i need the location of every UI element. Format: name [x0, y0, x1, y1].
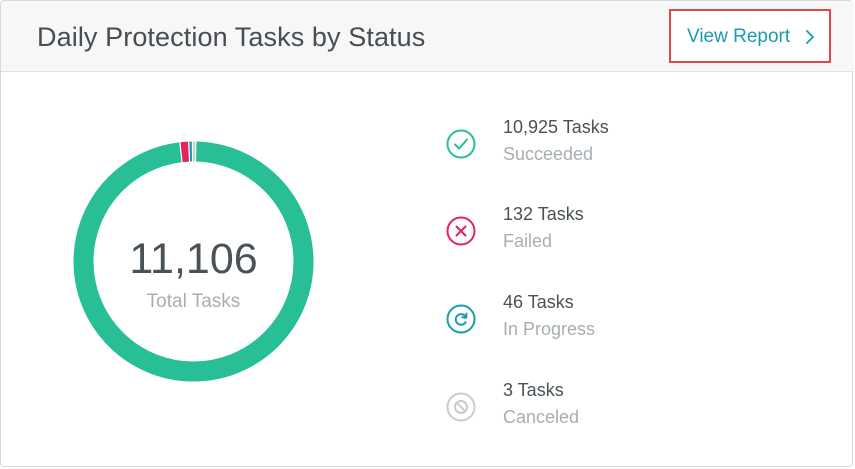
- status-row-succeeded: 10,925 Tasks Succeeded: [445, 116, 745, 172]
- status-label: In Progress: [503, 319, 596, 339]
- view-report-button[interactable]: View Report: [669, 9, 831, 63]
- status-label: Canceled: [503, 407, 580, 427]
- total-tasks-value: 11,106: [129, 235, 258, 283]
- refresh-circle-icon: [446, 304, 476, 334]
- status-count: 132 Tasks: [503, 204, 584, 224]
- status-count: 46 Tasks: [503, 292, 574, 312]
- cancel-circle-icon: [446, 392, 476, 422]
- status-row-failed: 132 Tasks Failed: [445, 203, 745, 259]
- card-header: Daily Protection Tasks by Status View Re…: [1, 1, 854, 72]
- protection-tasks-card: Daily Protection Tasks by Status View Re…: [0, 0, 854, 467]
- status-count: 10,925 Tasks: [503, 117, 609, 137]
- card-title: Daily Protection Tasks by Status: [37, 22, 426, 52]
- total-tasks-label: Total Tasks: [146, 291, 241, 312]
- check-circle-icon: [446, 129, 476, 159]
- status-row-in-progress: 46 Tasks In Progress: [445, 291, 745, 347]
- status-count: 3 Tasks: [503, 380, 564, 400]
- x-circle-icon: [446, 216, 476, 246]
- status-label: Failed: [503, 231, 553, 251]
- view-report-label: View Report: [687, 26, 791, 47]
- chevron-right-icon: [806, 30, 814, 44]
- status-label: Succeeded: [503, 144, 594, 164]
- status-row-canceled: 3 Tasks Canceled: [445, 379, 745, 435]
